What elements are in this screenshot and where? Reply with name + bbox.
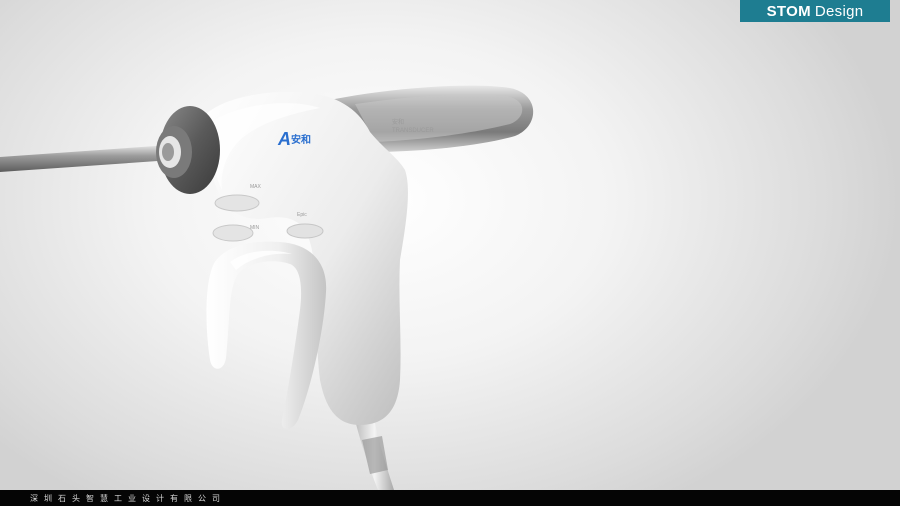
button-min[interactable]: MIN	[212, 224, 260, 242]
cable	[355, 418, 394, 490]
footer-company: 深圳石头智慧工业设计有限公司	[30, 493, 226, 503]
trigger[interactable]	[206, 241, 327, 429]
shaft	[0, 145, 172, 172]
footer-bar: 深圳石头智慧工业设计有限公司	[0, 490, 900, 506]
label-transducer: TRANSDUCER	[392, 128, 434, 134]
front-collar	[156, 106, 220, 194]
product-render: A 安和 安和 TRANSDUCER MAX MIN Epic	[0, 85, 534, 490]
button-min-label: MIN	[250, 225, 260, 231]
logo-text: 安和	[291, 133, 311, 146]
button-max-label: MAX	[250, 184, 262, 190]
label-top: 安和	[392, 118, 404, 126]
button-side-label: Epic	[297, 212, 307, 218]
logo-letter: A	[277, 129, 291, 149]
